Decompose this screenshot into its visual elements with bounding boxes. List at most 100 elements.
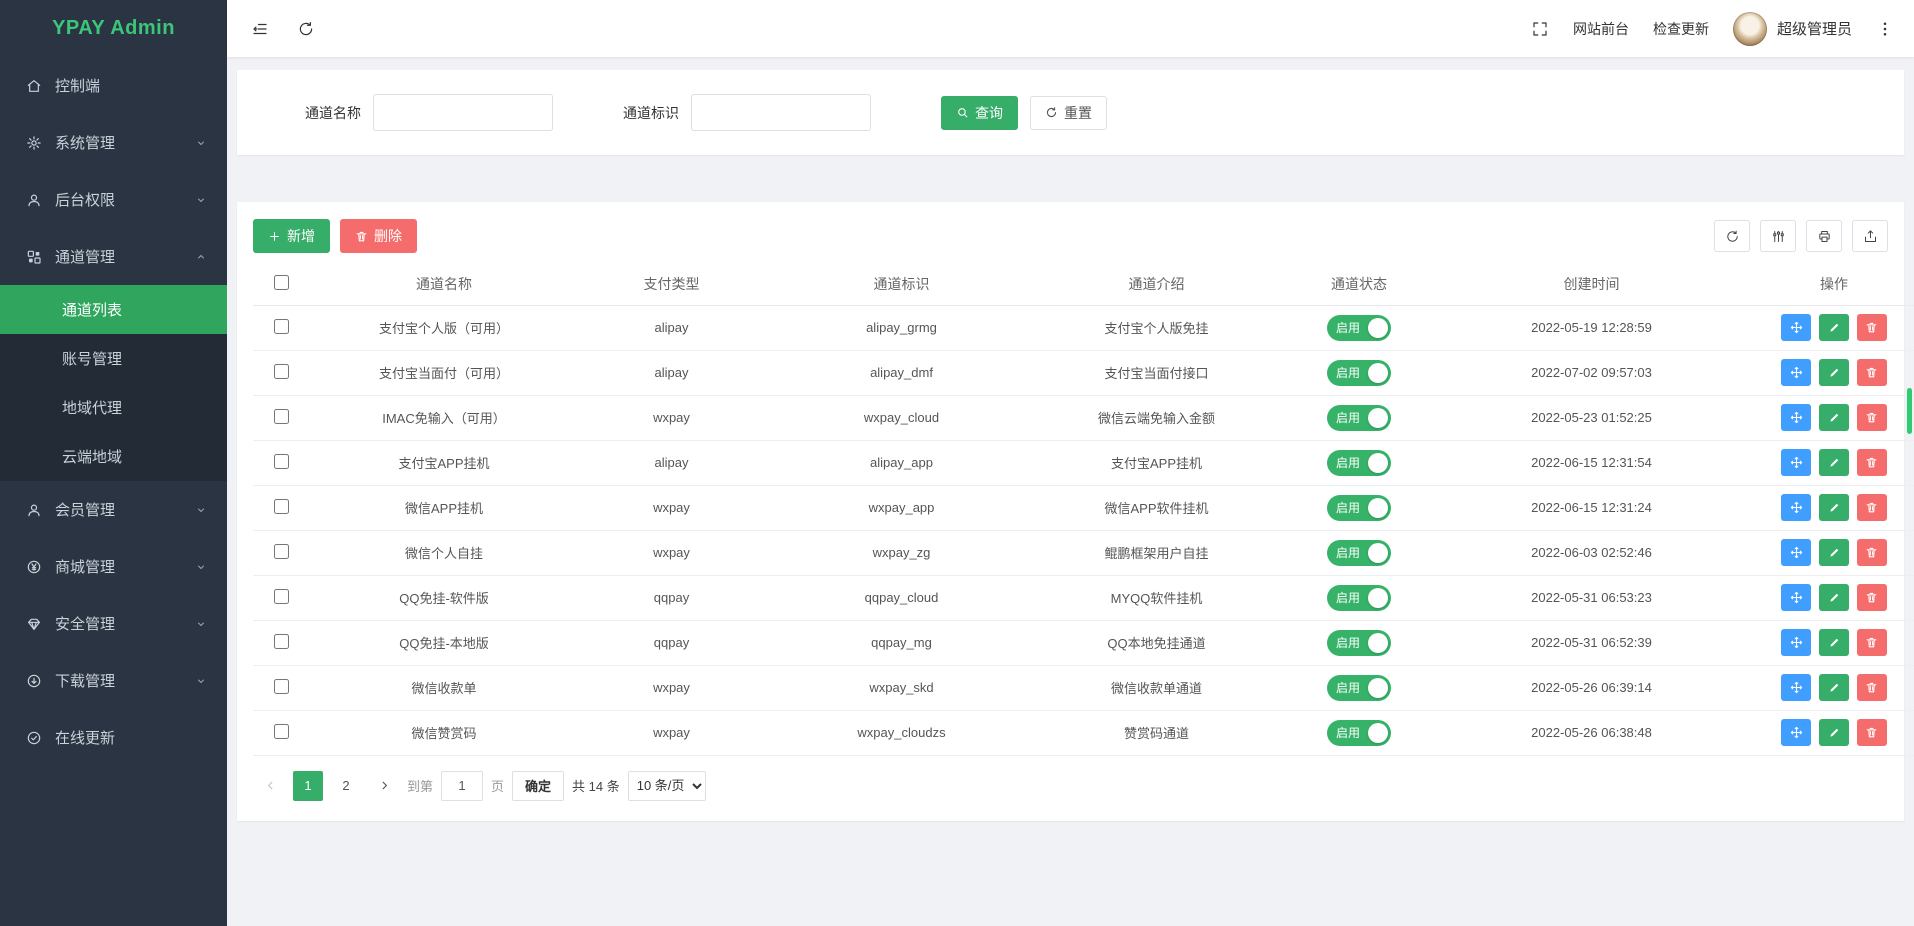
fullscreen-button[interactable] [1531,20,1549,38]
delete-row-button[interactable] [1857,584,1887,611]
delete-row-button[interactable] [1857,404,1887,431]
move-row-button[interactable] [1781,719,1811,746]
sidebar-item-online-update[interactable]: 在线更新 [0,709,227,766]
move-row-button[interactable] [1781,674,1811,701]
goto-label: 到第 [407,776,433,795]
chevron-down-icon [195,504,207,516]
move-row-button[interactable] [1781,314,1811,341]
dots-vertical-icon [1876,20,1894,38]
goto-page-input[interactable] [441,771,483,801]
created-time: 2022-05-31 06:53:23 [1444,575,1739,620]
channel-name-input[interactable] [373,94,553,131]
row-checkbox[interactable] [274,724,289,739]
status-toggle[interactable]: 启用 [1327,540,1391,566]
edit-row-button[interactable] [1819,449,1849,476]
delete-row-button[interactable] [1857,449,1887,476]
collapse-sidebar-button[interactable] [251,20,269,38]
row-checkbox[interactable] [274,634,289,649]
print-button[interactable] [1806,220,1842,252]
sidebar-item-label: 在线更新 [55,727,207,748]
move-row-button[interactable] [1781,539,1811,566]
edit-row-button[interactable] [1819,539,1849,566]
col-header: 创建时间 [1444,263,1739,305]
row-checkbox[interactable] [274,679,289,694]
move-row-button[interactable] [1781,629,1811,656]
export-button[interactable] [1852,220,1888,252]
edit-row-button[interactable] [1819,719,1849,746]
query-button[interactable]: 查询 [941,96,1018,130]
confirm-page-button[interactable]: 确定 [512,771,564,801]
delete-row-button[interactable] [1857,719,1887,746]
status-toggle[interactable]: 启用 [1327,630,1391,656]
sidebar-item-account-mgmt[interactable]: 账号管理 [0,334,227,383]
channel-code-input[interactable] [691,94,871,131]
move-row-button[interactable] [1781,494,1811,521]
edit-row-button[interactable] [1819,674,1849,701]
move-row-button[interactable] [1781,404,1811,431]
user-menu[interactable]: 超级管理员 [1733,12,1852,46]
move-row-button[interactable] [1781,359,1811,386]
refresh-page-button[interactable] [297,20,315,38]
sidebar-item-members[interactable]: 会员管理 [0,481,227,538]
status-toggle[interactable]: 启用 [1327,360,1391,386]
edit-row-button[interactable] [1819,314,1849,341]
sidebar-item-channels[interactable]: 通道管理 [0,228,227,285]
edit-row-button[interactable] [1819,584,1849,611]
edit-row-button[interactable] [1819,404,1849,431]
row-checkbox[interactable] [274,544,289,559]
delete-row-button[interactable] [1857,359,1887,386]
status-toggle[interactable]: 启用 [1327,405,1391,431]
channel-name: 支付宝当面付（可用） [309,350,579,395]
scrollbar-thumb[interactable] [1907,388,1912,434]
sidebar-item-cloud-region[interactable]: 云端地域 [0,432,227,481]
delete-row-button[interactable] [1857,314,1887,341]
column-filter-button[interactable] [1760,220,1796,252]
row-checkbox[interactable] [274,364,289,379]
status-toggle[interactable]: 启用 [1327,585,1391,611]
status-toggle[interactable]: 启用 [1327,495,1391,521]
edit-row-button[interactable] [1819,359,1849,386]
delete-row-button[interactable] [1857,494,1887,521]
channel-code-label: 通道标识 [623,103,679,123]
delete-row-button[interactable] [1857,629,1887,656]
reset-button[interactable]: 重置 [1030,96,1107,130]
move-row-button[interactable] [1781,449,1811,476]
next-page-button[interactable] [369,771,399,801]
add-button[interactable]: 新增 [253,219,330,253]
sidebar-item-region-agent[interactable]: 地域代理 [0,383,227,432]
delete-row-button[interactable] [1857,539,1887,566]
check-update-link[interactable]: 检查更新 [1653,19,1709,39]
channel-desc: 鲲鹏框架用户自挂 [1039,530,1274,575]
sidebar-item-console[interactable]: 控制端 [0,57,227,114]
row-checkbox[interactable] [274,589,289,604]
move-row-button[interactable] [1781,584,1811,611]
sidebar-item-downloads[interactable]: 下载管理 [0,652,227,709]
page-button-1[interactable]: 1 [293,771,323,801]
status-toggle[interactable]: 启用 [1327,450,1391,476]
delete-button[interactable]: 删除 [340,219,417,253]
select-all-checkbox[interactable] [274,275,289,290]
page-size-select[interactable]: 10 条/页 [628,771,706,801]
sidebar-item-permissions[interactable]: 后台权限 [0,171,227,228]
trash-icon [1865,681,1878,694]
status-toggle[interactable]: 启用 [1327,675,1391,701]
more-menu-button[interactable] [1876,20,1894,38]
row-checkbox[interactable] [274,499,289,514]
channel-desc: 微信云端免输入金额 [1039,395,1274,440]
sidebar-item-system[interactable]: 系统管理 [0,114,227,171]
page-button-2[interactable]: 2 [331,771,361,801]
edit-row-button[interactable] [1819,629,1849,656]
status-toggle[interactable]: 启用 [1327,720,1391,746]
sidebar-item-channel-list[interactable]: 通道列表 [0,285,227,334]
refresh-table-button[interactable] [1714,220,1750,252]
row-checkbox[interactable] [274,409,289,424]
status-toggle[interactable]: 启用 [1327,315,1391,341]
row-checkbox[interactable] [274,454,289,469]
sidebar-item-security[interactable]: 安全管理 [0,595,227,652]
row-checkbox[interactable] [274,319,289,334]
delete-row-button[interactable] [1857,674,1887,701]
prev-page-button[interactable] [255,771,285,801]
sidebar-item-mall[interactable]: 商城管理 [0,538,227,595]
frontend-link[interactable]: 网站前台 [1573,19,1629,39]
edit-row-button[interactable] [1819,494,1849,521]
